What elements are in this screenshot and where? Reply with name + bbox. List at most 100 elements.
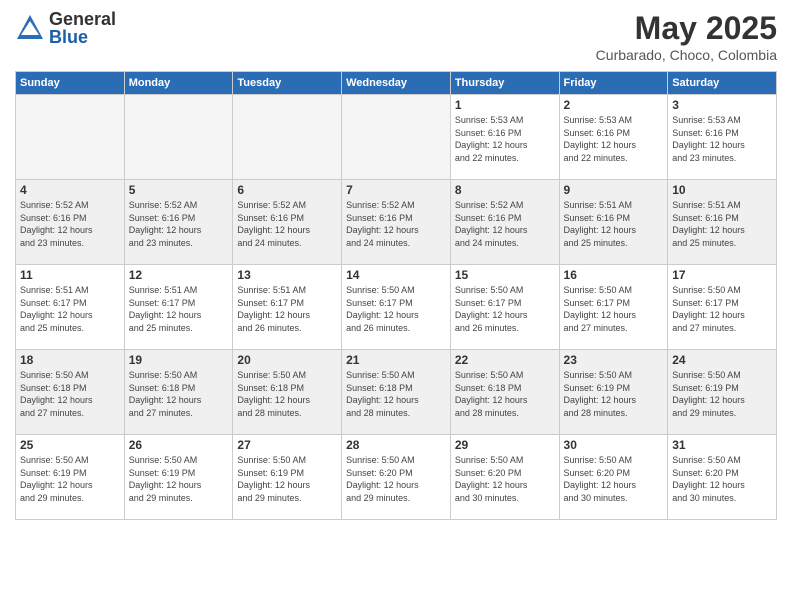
page: General Blue May 2025 Curbarado, Choco, …: [0, 0, 792, 612]
day-info: Sunrise: 5:50 AM Sunset: 6:18 PM Dayligh…: [237, 369, 337, 419]
day-header-monday: Monday: [124, 72, 233, 95]
calendar: SundayMondayTuesdayWednesdayThursdayFrid…: [15, 71, 777, 520]
day-number: 14: [346, 268, 446, 282]
day-number: 20: [237, 353, 337, 367]
day-number: 13: [237, 268, 337, 282]
day-number: 26: [129, 438, 229, 452]
calendar-cell: 17 Sunrise: 5:50 AM Sunset: 6:17 PM Dayli…: [668, 265, 777, 350]
calendar-cell: 13 Sunrise: 5:51 AM Sunset: 6:17 PM Dayli…: [233, 265, 342, 350]
day-info: Sunrise: 5:51 AM Sunset: 6:17 PM Dayligh…: [20, 284, 120, 334]
calendar-cell: 4Sunrise: 5:52 AM Sunset: 6:16 PM Daylig…: [16, 180, 125, 265]
calendar-cell: 19Sunrise: 5:50 AM Sunset: 6:18 PM Dayli…: [124, 350, 233, 435]
day-info: Sunrise: 5:53 AM Sunset: 6:16 PM Dayligh…: [564, 114, 664, 164]
day-number: 30: [564, 438, 664, 452]
calendar-cell: 31 Sunrise: 5:50 AM Sunset: 6:20 PM Dayli…: [668, 435, 777, 520]
day-header-thursday: Thursday: [450, 72, 559, 95]
calendar-week-1: 1 Sunrise: 5:53 AM Sunset: 6:16 PM Daylig…: [16, 95, 777, 180]
day-number: 12: [129, 268, 229, 282]
day-number: 2: [564, 98, 664, 112]
calendar-cell: 8 Sunrise: 5:52 AM Sunset: 6:16 PM Daylig…: [450, 180, 559, 265]
calendar-cell: 26 Sunrise: 5:50 AM Sunset: 6:19 PM Dayli…: [124, 435, 233, 520]
location: Curbarado, Choco, Colombia: [596, 47, 777, 63]
calendar-cell: [233, 95, 342, 180]
calendar-week-3: 11Sunrise: 5:51 AM Sunset: 6:17 PM Dayli…: [16, 265, 777, 350]
day-number: 23: [564, 353, 664, 367]
day-info: Sunrise: 5:50 AM Sunset: 6:18 PM Dayligh…: [20, 369, 120, 419]
day-info: Sunrise: 5:50 AM Sunset: 6:20 PM Dayligh…: [672, 454, 772, 504]
day-header-friday: Friday: [559, 72, 668, 95]
day-info: Sunrise: 5:52 AM Sunset: 6:16 PM Dayligh…: [237, 199, 337, 249]
calendar-cell: [124, 95, 233, 180]
calendar-cell: 30 Sunrise: 5:50 AM Sunset: 6:20 PM Dayli…: [559, 435, 668, 520]
day-info: Sunrise: 5:50 AM Sunset: 6:20 PM Dayligh…: [564, 454, 664, 504]
day-number: 24: [672, 353, 772, 367]
calendar-cell: 15 Sunrise: 5:50 AM Sunset: 6:17 PM Dayli…: [450, 265, 559, 350]
logo: General Blue: [15, 10, 116, 46]
day-info: Sunrise: 5:51 AM Sunset: 6:17 PM Dayligh…: [129, 284, 229, 334]
logo-icon: [15, 13, 45, 43]
day-info: Sunrise: 5:52 AM Sunset: 6:16 PM Dayligh…: [346, 199, 446, 249]
calendar-week-5: 25Sunrise: 5:50 AM Sunset: 6:19 PM Dayli…: [16, 435, 777, 520]
day-number: 29: [455, 438, 555, 452]
day-info: Sunrise: 5:50 AM Sunset: 6:17 PM Dayligh…: [455, 284, 555, 334]
calendar-cell: 16Sunrise: 5:50 AM Sunset: 6:17 PM Dayli…: [559, 265, 668, 350]
day-number: 16: [564, 268, 664, 282]
calendar-week-4: 18 Sunrise: 5:50 AM Sunset: 6:18 PM Dayli…: [16, 350, 777, 435]
calendar-cell: 21 Sunrise: 5:50 AM Sunset: 6:18 PM Dayli…: [342, 350, 451, 435]
day-info: Sunrise: 5:50 AM Sunset: 6:18 PM Dayligh…: [129, 369, 229, 419]
day-number: 27: [237, 438, 337, 452]
calendar-cell: 28Sunrise: 5:50 AM Sunset: 6:20 PM Dayli…: [342, 435, 451, 520]
calendar-cell: 6 Sunrise: 5:52 AM Sunset: 6:16 PM Daylig…: [233, 180, 342, 265]
calendar-cell: 12 Sunrise: 5:51 AM Sunset: 6:17 PM Dayli…: [124, 265, 233, 350]
day-header-sunday: Sunday: [16, 72, 125, 95]
calendar-cell: 22 Sunrise: 5:50 AM Sunset: 6:18 PM Dayli…: [450, 350, 559, 435]
calendar-cell: [342, 95, 451, 180]
calendar-cell: 20 Sunrise: 5:50 AM Sunset: 6:18 PM Dayli…: [233, 350, 342, 435]
day-number: 18: [20, 353, 120, 367]
day-info: Sunrise: 5:50 AM Sunset: 6:17 PM Dayligh…: [346, 284, 446, 334]
day-number: 6: [237, 183, 337, 197]
day-info: Sunrise: 5:50 AM Sunset: 6:18 PM Dayligh…: [455, 369, 555, 419]
day-number: 21: [346, 353, 446, 367]
title-block: May 2025 Curbarado, Choco, Colombia: [596, 10, 777, 63]
day-info: Sunrise: 5:50 AM Sunset: 6:18 PM Dayligh…: [346, 369, 446, 419]
calendar-cell: 3 Sunrise: 5:53 AM Sunset: 6:16 PM Daylig…: [668, 95, 777, 180]
day-number: 5: [129, 183, 229, 197]
logo-text: General Blue: [49, 10, 116, 46]
calendar-cell: 2 Sunrise: 5:53 AM Sunset: 6:16 PM Daylig…: [559, 95, 668, 180]
day-info: Sunrise: 5:50 AM Sunset: 6:17 PM Dayligh…: [672, 284, 772, 334]
day-number: 31: [672, 438, 772, 452]
calendar-cell: 11Sunrise: 5:51 AM Sunset: 6:17 PM Dayli…: [16, 265, 125, 350]
day-info: Sunrise: 5:50 AM Sunset: 6:20 PM Dayligh…: [455, 454, 555, 504]
calendar-cell: 25Sunrise: 5:50 AM Sunset: 6:19 PM Dayli…: [16, 435, 125, 520]
day-info: Sunrise: 5:50 AM Sunset: 6:19 PM Dayligh…: [129, 454, 229, 504]
month-title: May 2025: [596, 10, 777, 47]
day-number: 22: [455, 353, 555, 367]
calendar-cell: 9Sunrise: 5:51 AM Sunset: 6:16 PM Daylig…: [559, 180, 668, 265]
day-header-tuesday: Tuesday: [233, 72, 342, 95]
calendar-cell: 14 Sunrise: 5:50 AM Sunset: 6:17 PM Dayli…: [342, 265, 451, 350]
calendar-cell: 18 Sunrise: 5:50 AM Sunset: 6:18 PM Dayli…: [16, 350, 125, 435]
day-number: 28: [346, 438, 446, 452]
day-number: 15: [455, 268, 555, 282]
calendar-cell: 1Sunrise: 5:53 AM Sunset: 6:16 PM Daylig…: [450, 95, 559, 180]
calendar-week-2: 4Sunrise: 5:52 AM Sunset: 6:16 PM Daylig…: [16, 180, 777, 265]
day-number: 17: [672, 268, 772, 282]
day-info: Sunrise: 5:52 AM Sunset: 6:16 PM Dayligh…: [455, 199, 555, 249]
calendar-header-row: SundayMondayTuesdayWednesdayThursdayFrid…: [16, 72, 777, 95]
day-info: Sunrise: 5:50 AM Sunset: 6:19 PM Dayligh…: [20, 454, 120, 504]
logo-blue-text: Blue: [49, 28, 116, 46]
calendar-cell: 10Sunrise: 5:51 AM Sunset: 6:16 PM Dayli…: [668, 180, 777, 265]
day-info: Sunrise: 5:51 AM Sunset: 6:17 PM Dayligh…: [237, 284, 337, 334]
day-number: 1: [455, 98, 555, 112]
calendar-cell: 27Sunrise: 5:50 AM Sunset: 6:19 PM Dayli…: [233, 435, 342, 520]
day-info: Sunrise: 5:53 AM Sunset: 6:16 PM Dayligh…: [672, 114, 772, 164]
calendar-cell: [16, 95, 125, 180]
day-info: Sunrise: 5:50 AM Sunset: 6:19 PM Dayligh…: [564, 369, 664, 419]
calendar-cell: 24Sunrise: 5:50 AM Sunset: 6:19 PM Dayli…: [668, 350, 777, 435]
calendar-cell: 7Sunrise: 5:52 AM Sunset: 6:16 PM Daylig…: [342, 180, 451, 265]
day-number: 3: [672, 98, 772, 112]
calendar-cell: 23 Sunrise: 5:50 AM Sunset: 6:19 PM Dayli…: [559, 350, 668, 435]
day-number: 8: [455, 183, 555, 197]
header: General Blue May 2025 Curbarado, Choco, …: [15, 10, 777, 63]
